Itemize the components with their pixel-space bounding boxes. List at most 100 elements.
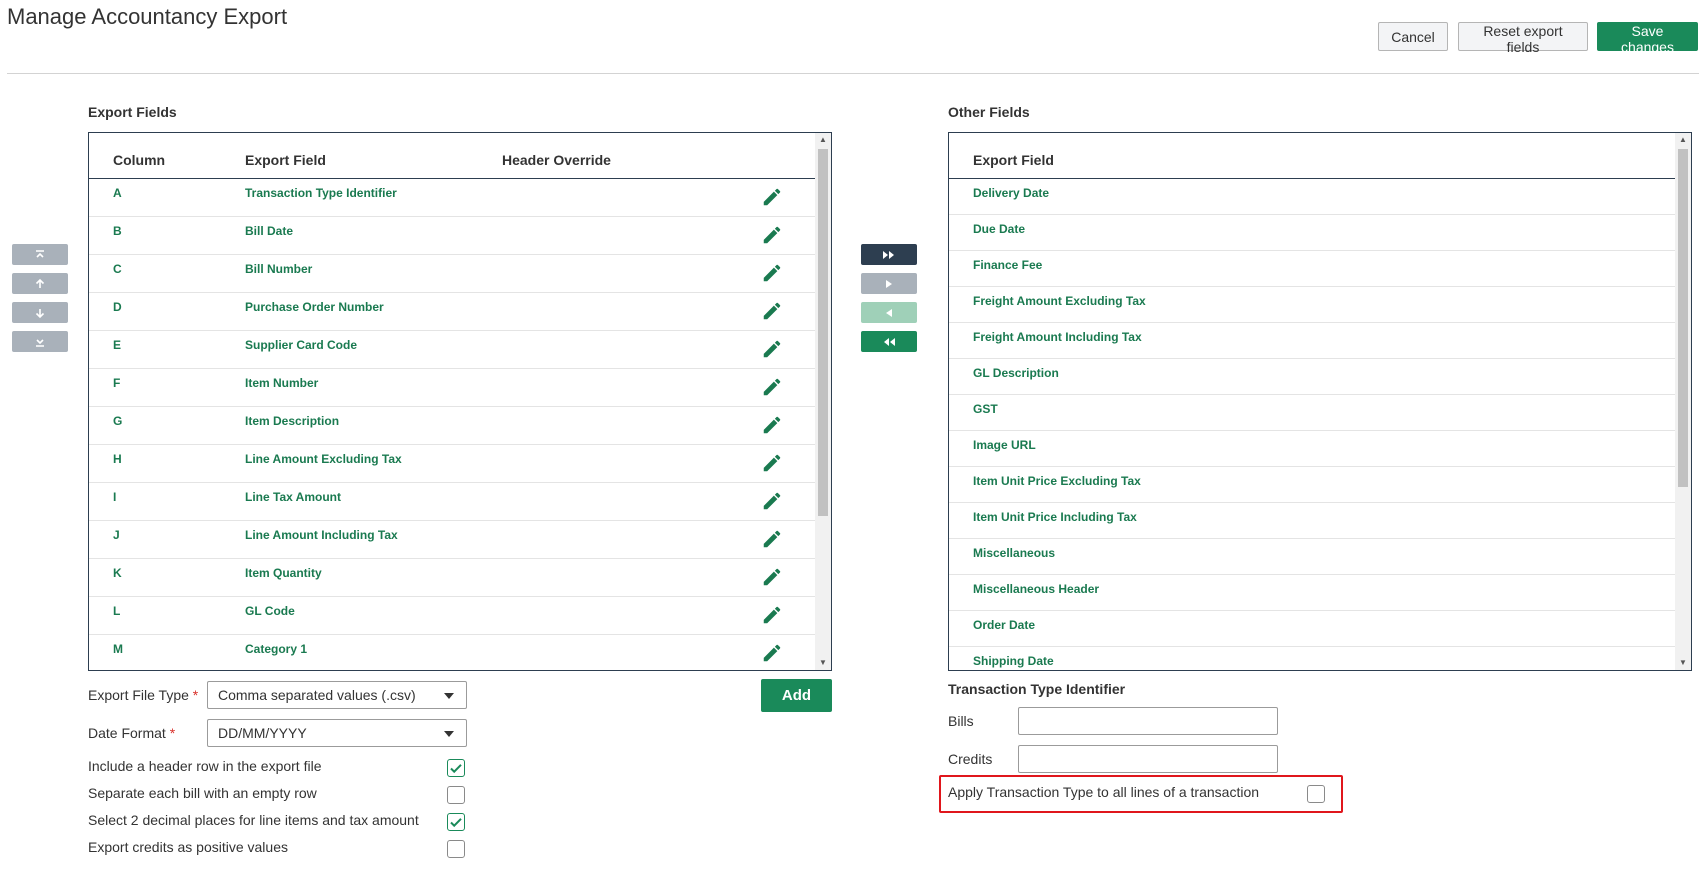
table-row[interactable]: I Line Tax Amount	[89, 483, 815, 521]
pencil-icon[interactable]	[761, 224, 783, 246]
move-up-icon	[35, 278, 45, 288]
move-down-button[interactable]	[12, 302, 68, 323]
save-changes-button[interactable]: Save changes	[1597, 22, 1698, 55]
list-item[interactable]: Image URL	[949, 431, 1675, 467]
table-row[interactable]: H Line Amount Excluding Tax	[89, 445, 815, 483]
scroll-down-arrow[interactable]: ▼	[1675, 656, 1691, 670]
list-item[interactable]: Freight Amount Including Tax	[949, 323, 1675, 359]
table-row[interactable]: L GL Code	[89, 597, 815, 635]
column-letter: E	[113, 338, 122, 352]
export-field-name: Item Description	[245, 414, 340, 428]
export-field-name: Item Quantity	[245, 566, 322, 580]
other-field-name: Finance Fee	[973, 258, 1043, 272]
list-item[interactable]: Due Date	[949, 215, 1675, 251]
other-field-name: Image URL	[973, 438, 1036, 452]
column-header-export-field: Export Field	[245, 152, 326, 168]
bills-input[interactable]	[1018, 707, 1278, 735]
option-checkbox[interactable]	[447, 786, 465, 804]
scroll-down-arrow[interactable]: ▼	[815, 656, 831, 670]
page-title: Manage Accountancy Export	[7, 4, 288, 29]
column-letter: B	[113, 224, 122, 238]
scroll-up-arrow[interactable]: ▲	[815, 133, 831, 147]
option-label: Separate each bill with an empty row	[88, 785, 317, 801]
export-fields-scrollbar[interactable]: ▲ ▼	[815, 133, 831, 670]
table-row[interactable]: B Bill Date	[89, 217, 815, 255]
pencil-icon[interactable]	[761, 262, 783, 284]
list-item[interactable]: GST	[949, 395, 1675, 431]
column-header-header-override: Header Override	[502, 152, 611, 168]
pencil-icon[interactable]	[761, 376, 783, 398]
cancel-button[interactable]: Cancel	[1378, 22, 1448, 51]
table-row[interactable]: D Purchase Order Number	[89, 293, 815, 331]
list-item[interactable]: Freight Amount Excluding Tax	[949, 287, 1675, 323]
export-fields-heading: Export Fields	[88, 104, 177, 120]
option-checkbox[interactable]	[447, 840, 465, 858]
move-all-left-button[interactable]	[861, 331, 917, 352]
move-to-top-icon	[36, 249, 44, 258]
move-right-button[interactable]	[861, 273, 917, 294]
column-letter: C	[113, 262, 122, 276]
move-up-button[interactable]	[12, 273, 68, 294]
other-field-name: Miscellaneous	[973, 546, 1056, 560]
column-letter: J	[113, 528, 120, 542]
list-item[interactable]: Shipping Date	[949, 647, 1675, 670]
pencil-icon[interactable]	[761, 414, 783, 436]
header-divider	[7, 73, 1699, 74]
pencil-icon[interactable]	[761, 300, 783, 322]
list-item[interactable]: Order Date	[949, 611, 1675, 647]
list-item[interactable]: Miscellaneous	[949, 539, 1675, 575]
table-row[interactable]: C Bill Number	[89, 255, 815, 293]
other-field-name: Freight Amount Including Tax	[973, 330, 1142, 344]
other-fields-scrollbar[interactable]: ▲ ▼	[1675, 133, 1691, 670]
pencil-icon[interactable]	[761, 528, 783, 550]
column-letter: L	[113, 604, 121, 618]
table-row[interactable]: K Item Quantity	[89, 559, 815, 597]
table-row[interactable]: F Item Number	[89, 369, 815, 407]
export-fields-table: Column Export Field Header Override A Tra…	[88, 132, 832, 671]
pencil-icon[interactable]	[761, 566, 783, 588]
option-checkbox[interactable]	[447, 813, 465, 831]
table-row[interactable]: G Item Description	[89, 407, 815, 445]
pencil-icon[interactable]	[761, 490, 783, 512]
table-row[interactable]: A Transaction Type Identifier	[89, 179, 815, 217]
export-file-type-select[interactable]: Comma separated values (.csv)	[207, 681, 467, 709]
export-field-name: GL Code	[245, 604, 295, 618]
scroll-thumb[interactable]	[1678, 149, 1688, 487]
export-field-name: Bill Number	[245, 262, 313, 276]
other-fields-table: Export Field Delivery Date Due Date Financ…	[948, 132, 1692, 671]
pencil-icon[interactable]	[761, 604, 783, 626]
pencil-icon[interactable]	[761, 186, 783, 208]
other-field-name: Order Date	[973, 618, 1036, 632]
move-to-bottom-button[interactable]	[12, 331, 68, 352]
other-fields-rows: Delivery Date Due Date Finance Fee Freight …	[949, 179, 1675, 670]
pencil-icon[interactable]	[761, 452, 783, 474]
credits-input[interactable]	[1018, 745, 1278, 773]
table-row[interactable]: M Category 1	[89, 635, 815, 670]
reset-export-fields-button[interactable]: Reset export fields	[1458, 22, 1588, 55]
export-field-name: Transaction Type Identifier	[245, 186, 397, 200]
export-file-type-label: Export File Type *	[88, 687, 198, 703]
export-field-name: Purchase Order Number	[245, 300, 384, 314]
move-all-right-icon	[883, 250, 894, 259]
move-all-right-button[interactable]	[861, 244, 917, 265]
chevron-down-icon	[444, 731, 454, 737]
table-row[interactable]: J Line Amount Including Tax	[89, 521, 815, 559]
list-item[interactable]: Miscellaneous Header	[949, 575, 1675, 611]
list-item[interactable]: Delivery Date	[949, 179, 1675, 215]
option-checkbox[interactable]	[447, 759, 465, 777]
table-row[interactable]: E Supplier Card Code	[89, 331, 815, 369]
list-item[interactable]: Finance Fee	[949, 251, 1675, 287]
add-button[interactable]: Add	[761, 679, 832, 712]
date-format-select[interactable]: DD/MM/YYYY	[207, 719, 467, 747]
apply-transaction-type-checkbox[interactable]	[1307, 785, 1325, 803]
list-item[interactable]: Item Unit Price Excluding Tax	[949, 467, 1675, 503]
scroll-thumb[interactable]	[818, 149, 828, 516]
move-left-button[interactable]	[861, 302, 917, 323]
list-item[interactable]: GL Description	[949, 359, 1675, 395]
scroll-up-arrow[interactable]: ▲	[1675, 133, 1691, 147]
pencil-icon[interactable]	[761, 338, 783, 360]
pencil-icon[interactable]	[761, 642, 783, 664]
export-fields-header-row: Column Export Field Header Override	[89, 133, 815, 179]
move-to-top-button[interactable]	[12, 244, 68, 265]
list-item[interactable]: Item Unit Price Including Tax	[949, 503, 1675, 539]
